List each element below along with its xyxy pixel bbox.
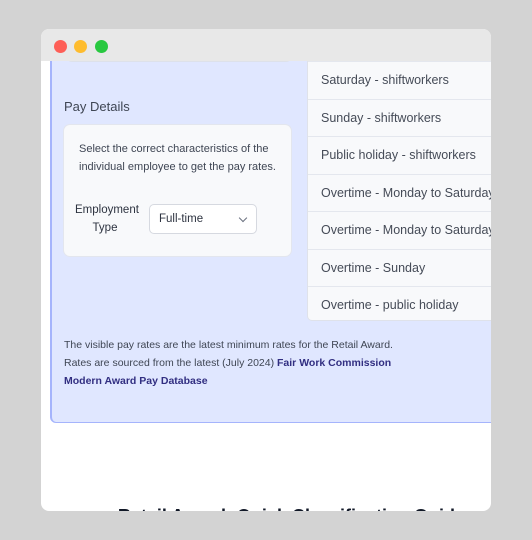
footnote-line2: Rates are sourced from the latest (July … [64, 354, 404, 390]
rate-row[interactable]: Overtime - public holiday [308, 286, 491, 320]
pay-details-card: Select the correct characteristics of th… [64, 125, 291, 256]
footnote-line1: The visible pay rates are the latest min… [64, 339, 393, 351]
page-title: Retail Award: Quick Classification Guide [41, 506, 465, 511]
browser-window: Pay Details Select the correct character… [41, 29, 491, 511]
employment-type-value: Full-time [159, 213, 204, 225]
close-window-button[interactable] [54, 40, 67, 53]
rate-row[interactable]: Saturday - shiftworkers [308, 61, 491, 99]
employment-type-label-line1: Employment [75, 204, 139, 216]
employment-type-select[interactable]: Full-time [149, 204, 257, 234]
rate-row[interactable]: Overtime - Sunday [308, 248, 491, 287]
title-bar [41, 29, 491, 61]
rate-row[interactable]: Public holiday - shiftworkers [308, 136, 491, 174]
employment-type-label: Employment Type [75, 201, 139, 237]
employment-type-label-line2: Type [92, 222, 118, 234]
chevron-down-icon [238, 213, 248, 223]
rate-row[interactable]: Sunday - shiftworkers [308, 98, 491, 137]
page-content: Pay Details Select the correct character… [41, 61, 491, 511]
pay-details-description: Select the correct characteristics of th… [79, 143, 276, 173]
maximize-window-button[interactable] [95, 40, 108, 53]
pay-rates-panel: Pay Details Select the correct character… [50, 61, 491, 423]
pay-details-heading: Pay Details [64, 99, 130, 114]
minimize-window-button[interactable] [74, 40, 87, 53]
rate-row[interactable]: Overtime - Monday to Saturday [308, 173, 491, 212]
rate-row[interactable]: Overtime - Monday to Saturday [308, 211, 491, 249]
previous-card [66, 61, 292, 62]
pay-rates-list: Saturday - shiftworkers Sunday - shiftwo… [307, 61, 491, 321]
rates-footnote: The visible pay rates are the latest min… [64, 336, 404, 390]
footnote-prefix: Rates are sourced from the latest (July … [64, 357, 278, 369]
